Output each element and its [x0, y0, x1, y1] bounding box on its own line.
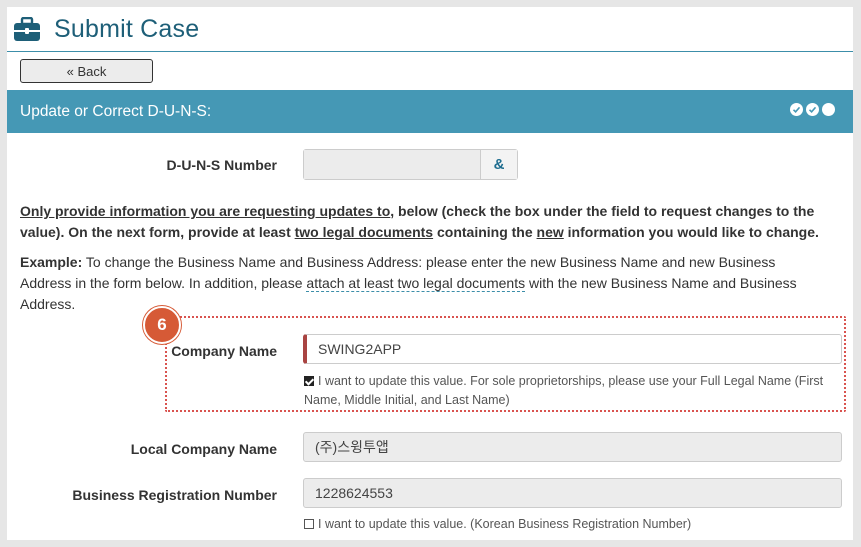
- back-button[interactable]: « Back: [20, 59, 153, 83]
- duns-lookup-button[interactable]: &: [481, 150, 517, 179]
- progress-dots: [790, 103, 835, 116]
- company-name-label: Company Name: [171, 343, 277, 359]
- duns-label: D-U-N-S Number: [166, 157, 277, 173]
- local-company-name-input[interactable]: (주)스윙투앱: [303, 432, 842, 462]
- business-registration-update-text: I want to update this value. (Korean Bus…: [318, 517, 692, 531]
- business-registration-update-checkbox[interactable]: [304, 519, 314, 529]
- back-row: « Back: [7, 52, 853, 90]
- section-title: Update or Correct D-U-N-S:: [20, 102, 212, 120]
- business-registration-input[interactable]: 1228624553: [303, 478, 842, 508]
- business-registration-label: Business Registration Number: [72, 487, 277, 503]
- local-company-name-label: Local Company Name: [130, 441, 277, 457]
- submit-case-page: Submit Case « Back Update or Correct D-U…: [7, 7, 853, 540]
- instructions-text: Only provide information you are request…: [20, 201, 820, 243]
- step-badge: 6: [143, 306, 181, 344]
- page-header: Submit Case: [7, 7, 853, 52]
- attach-documents-link[interactable]: attach at least two legal documents: [306, 275, 526, 292]
- instruction-emphasis: new: [536, 224, 564, 240]
- check-dot-icon: [790, 103, 803, 116]
- current-dot-icon: [822, 103, 835, 116]
- company-name-update-text: I want to update this value. For sole pr…: [304, 374, 824, 407]
- company-name-input[interactable]: SWING2APP: [303, 334, 842, 364]
- company-name-update-checkbox[interactable]: [304, 376, 314, 386]
- duns-input[interactable]: [304, 150, 481, 179]
- page-title: Submit Case: [54, 14, 200, 43]
- check-dot-icon: [806, 103, 819, 116]
- company-name-update-option: I want to update this value. For sole pr…: [304, 372, 834, 410]
- section-header: Update or Correct D-U-N-S:: [7, 90, 853, 133]
- business-registration-update-option: I want to update this value. (Korean Bus…: [304, 515, 834, 534]
- instruction-emphasis: Only provide information you are request…: [20, 203, 391, 219]
- example-text: Example: To change the Business Name and…: [20, 252, 820, 315]
- example-lead: Example:: [20, 254, 83, 270]
- duns-field: &: [303, 149, 518, 180]
- briefcase-icon: [14, 16, 40, 42]
- instruction-text: containing the: [433, 224, 537, 240]
- instruction-emphasis: two legal documents: [294, 224, 434, 240]
- instruction-text: information you would like to change.: [563, 224, 819, 240]
